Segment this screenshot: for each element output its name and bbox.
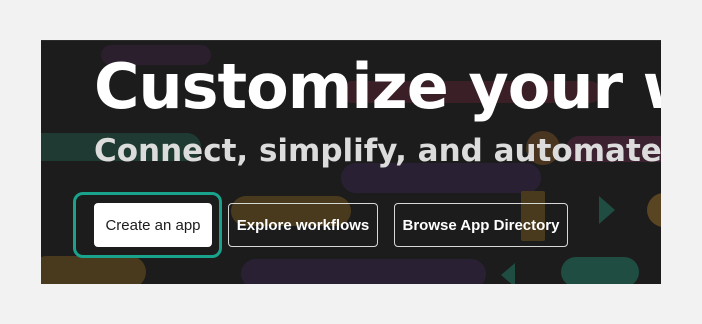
- decor-pill-teal-bottom: [561, 257, 639, 284]
- decor-pill-gold-bottom: [41, 256, 146, 284]
- create-app-button[interactable]: Create an app: [94, 203, 212, 247]
- browse-app-directory-button[interactable]: Browse App Directory: [394, 203, 568, 247]
- page: Customize your wor Connect, simplify, an…: [0, 0, 702, 324]
- hero-subheadline: Connect, simplify, and automate yo: [94, 133, 661, 169]
- decor-triangle-teal: [501, 263, 515, 284]
- hero-headline: Customize your wor: [94, 50, 661, 123]
- decor-pill-purple-bottom: [241, 259, 486, 284]
- decor-triangle-green: [599, 196, 615, 224]
- decor-circle-gold-right: [647, 193, 661, 227]
- explore-workflows-button[interactable]: Explore workflows: [228, 203, 378, 247]
- hero-banner: Customize your wor Connect, simplify, an…: [41, 40, 661, 284]
